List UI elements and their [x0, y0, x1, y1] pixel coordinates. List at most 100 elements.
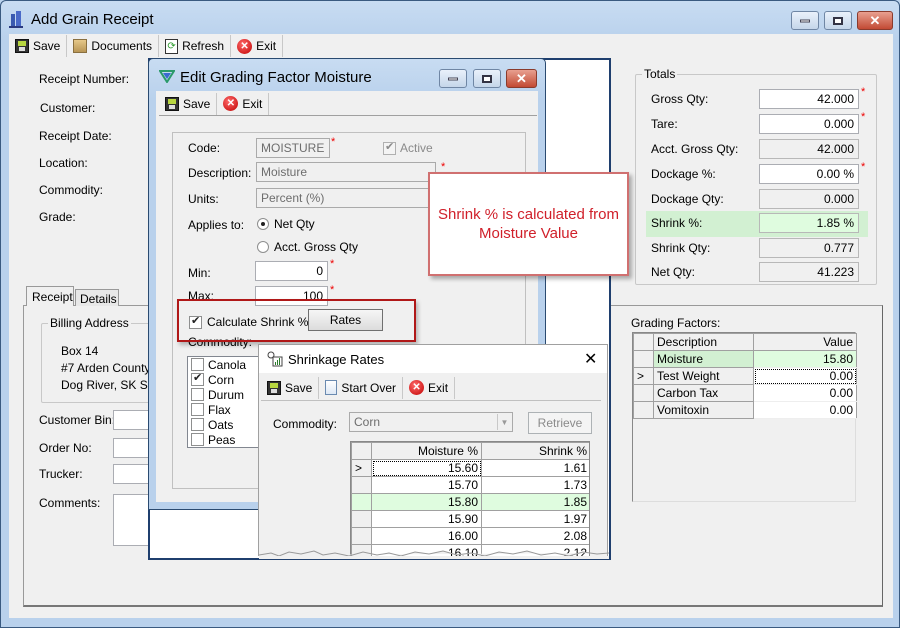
- maximize-button[interactable]: [824, 11, 852, 30]
- commodity-checkbox[interactable]: [191, 403, 204, 416]
- moisture-cell[interactable]: 15.80: [371, 493, 482, 511]
- customer-bin-input[interactable]: [113, 410, 153, 430]
- edit-save-button[interactable]: Save: [159, 92, 218, 115]
- column-header-shrink[interactable]: Shrink %: [481, 442, 589, 460]
- edit-exit-button[interactable]: ✕ Exit: [217, 92, 270, 115]
- row-header[interactable]: [351, 493, 372, 511]
- billing-address-title: Billing Address: [48, 316, 131, 330]
- commodity-item[interactable]: Oats: [188, 417, 266, 432]
- documents-button[interactable]: Documents: [67, 35, 160, 57]
- shrinkage-rate-row[interactable]: 15.70 1.73: [351, 476, 589, 494]
- moisture-cell[interactable]: 15.70: [371, 476, 482, 494]
- shrinkage-save-button[interactable]: Save: [261, 376, 320, 399]
- code-input[interactable]: MOISTURE: [256, 138, 330, 158]
- edit-dialog-title: Edit Grading Factor Moisture: [180, 69, 372, 86]
- start-over-button[interactable]: Start Over: [319, 376, 404, 399]
- row-header[interactable]: [633, 350, 654, 368]
- row-header[interactable]: [351, 476, 372, 494]
- commodity-item[interactable]: Corn: [188, 371, 266, 387]
- commodity-item[interactable]: Flax: [188, 402, 266, 417]
- commodity-label: Oats: [208, 417, 234, 432]
- totals-value[interactable]: 0.000: [759, 114, 859, 134]
- radio-net-qty[interactable]: Net Qty: [257, 217, 315, 231]
- shrinkage-commodity-select[interactable]: Corn: [349, 412, 513, 432]
- grading-factor-value[interactable]: 0.00: [753, 401, 857, 419]
- grading-factor-row[interactable]: Carbon Tax 0.00: [633, 384, 857, 402]
- moisture-cell[interactable]: 16.00: [371, 527, 482, 545]
- units-label: Units:: [188, 192, 219, 206]
- tab-details[interactable]: Details: [75, 289, 119, 306]
- shrink-cell[interactable]: 2.08: [481, 527, 589, 545]
- commodity-item[interactable]: Peas: [188, 432, 266, 447]
- row-header[interactable]: >: [633, 367, 654, 385]
- comments-textarea[interactable]: [113, 494, 153, 546]
- refresh-icon: ⟳: [165, 38, 179, 54]
- grading-factor-value[interactable]: 0.00: [753, 384, 857, 402]
- shrinkage-close-button[interactable]: ✕: [584, 349, 597, 369]
- commodity-checkbox[interactable]: [191, 388, 204, 401]
- chevron-down-icon[interactable]: ▼: [497, 414, 511, 430]
- minimize-icon: [448, 77, 458, 80]
- commodity-checkbox[interactable]: [191, 358, 204, 371]
- column-header-description[interactable]: Description: [653, 333, 754, 351]
- column-header-moisture[interactable]: Moisture %: [371, 442, 482, 460]
- start-over-label: Start Over: [341, 380, 397, 395]
- row-header[interactable]: [351, 510, 372, 528]
- min-input[interactable]: 0: [255, 261, 328, 281]
- edit-close-button[interactable]: ✕: [506, 69, 537, 88]
- description-input[interactable]: Moisture: [256, 162, 436, 182]
- close-icon: ✕: [516, 70, 527, 86]
- row-header[interactable]: [633, 401, 654, 419]
- commodity-checkbox[interactable]: [191, 371, 204, 386]
- active-checkbox[interactable]: Active: [383, 140, 433, 155]
- minimize-button[interactable]: [791, 11, 819, 30]
- shrinkage-rate-row[interactable]: 16.00 2.08: [351, 527, 589, 545]
- close-icon: ✕: [584, 351, 598, 368]
- exit-button[interactable]: ✕ Exit: [231, 35, 284, 57]
- commodity-checkbox[interactable]: [191, 418, 204, 431]
- description-label: Description:: [188, 166, 252, 180]
- edit-maximize-button[interactable]: [473, 69, 501, 88]
- row-header[interactable]: >: [351, 459, 372, 477]
- grading-factor-row[interactable]: Moisture 15.80: [633, 350, 857, 368]
- shrink-cell[interactable]: 1.73: [481, 476, 589, 494]
- edit-minimize-button[interactable]: [439, 69, 467, 88]
- close-button[interactable]: ✕: [857, 11, 893, 30]
- order-no-input[interactable]: [113, 438, 153, 458]
- radio-net-qty-icon: [257, 218, 269, 230]
- moisture-cell[interactable]: 15.60: [371, 459, 482, 477]
- save-button[interactable]: Save: [9, 35, 68, 57]
- tab-receipt[interactable]: Receipt: [26, 286, 74, 306]
- grading-factor-value[interactable]: 15.80: [753, 350, 857, 368]
- refresh-button[interactable]: ⟳ Refresh: [159, 35, 232, 57]
- totals-value[interactable]: 42.000: [759, 89, 859, 109]
- commodity-checklist[interactable]: CanolaCornDurumFlaxOatsPeas: [187, 356, 267, 448]
- totals-value: 0.777: [759, 238, 859, 258]
- commodity-item[interactable]: Durum: [188, 387, 266, 402]
- grading-factor-row[interactable]: Vomitoxin 0.00: [633, 401, 857, 419]
- totals-value[interactable]: 0.00 %: [759, 164, 859, 184]
- grading-factor-row[interactable]: > Test Weight 0.00: [633, 367, 857, 385]
- shrinkage-rate-row[interactable]: > 15.60 1.61: [351, 459, 589, 477]
- radio-acct-gross-qty[interactable]: Acct. Gross Qty: [257, 240, 358, 254]
- units-select[interactable]: Percent (%): [256, 188, 436, 208]
- commodity-item[interactable]: Canola: [188, 357, 266, 372]
- shrinkage-rate-row[interactable]: 15.90 1.97: [351, 510, 589, 528]
- shrink-cell[interactable]: 1.97: [481, 510, 589, 528]
- shrinkage-exit-button[interactable]: ✕ Exit: [403, 376, 456, 399]
- trucker-input[interactable]: [113, 464, 153, 484]
- moisture-cell[interactable]: 15.90: [371, 510, 482, 528]
- commodity-checkbox[interactable]: [191, 433, 204, 446]
- grading-factor-value[interactable]: 0.00: [753, 367, 857, 385]
- shrinkage-rate-row[interactable]: 15.80 1.85: [351, 493, 589, 511]
- row-header[interactable]: [633, 384, 654, 402]
- grading-factors-grid[interactable]: Description Value Moisture 15.80 > Test W…: [632, 332, 857, 502]
- shrinkage-rates-grid[interactable]: Moisture % Shrink % > 15.60 1.61 15.70 1…: [350, 441, 590, 557]
- shrink-cell[interactable]: 1.61: [481, 459, 589, 477]
- column-header-value[interactable]: Value: [753, 333, 857, 351]
- row-header[interactable]: [351, 527, 372, 545]
- retrieve-button[interactable]: Retrieve: [528, 412, 592, 434]
- shrink-cell[interactable]: 1.85: [481, 493, 589, 511]
- radio-net-qty-label: Net Qty: [274, 217, 315, 231]
- totals-title: Totals: [642, 67, 678, 81]
